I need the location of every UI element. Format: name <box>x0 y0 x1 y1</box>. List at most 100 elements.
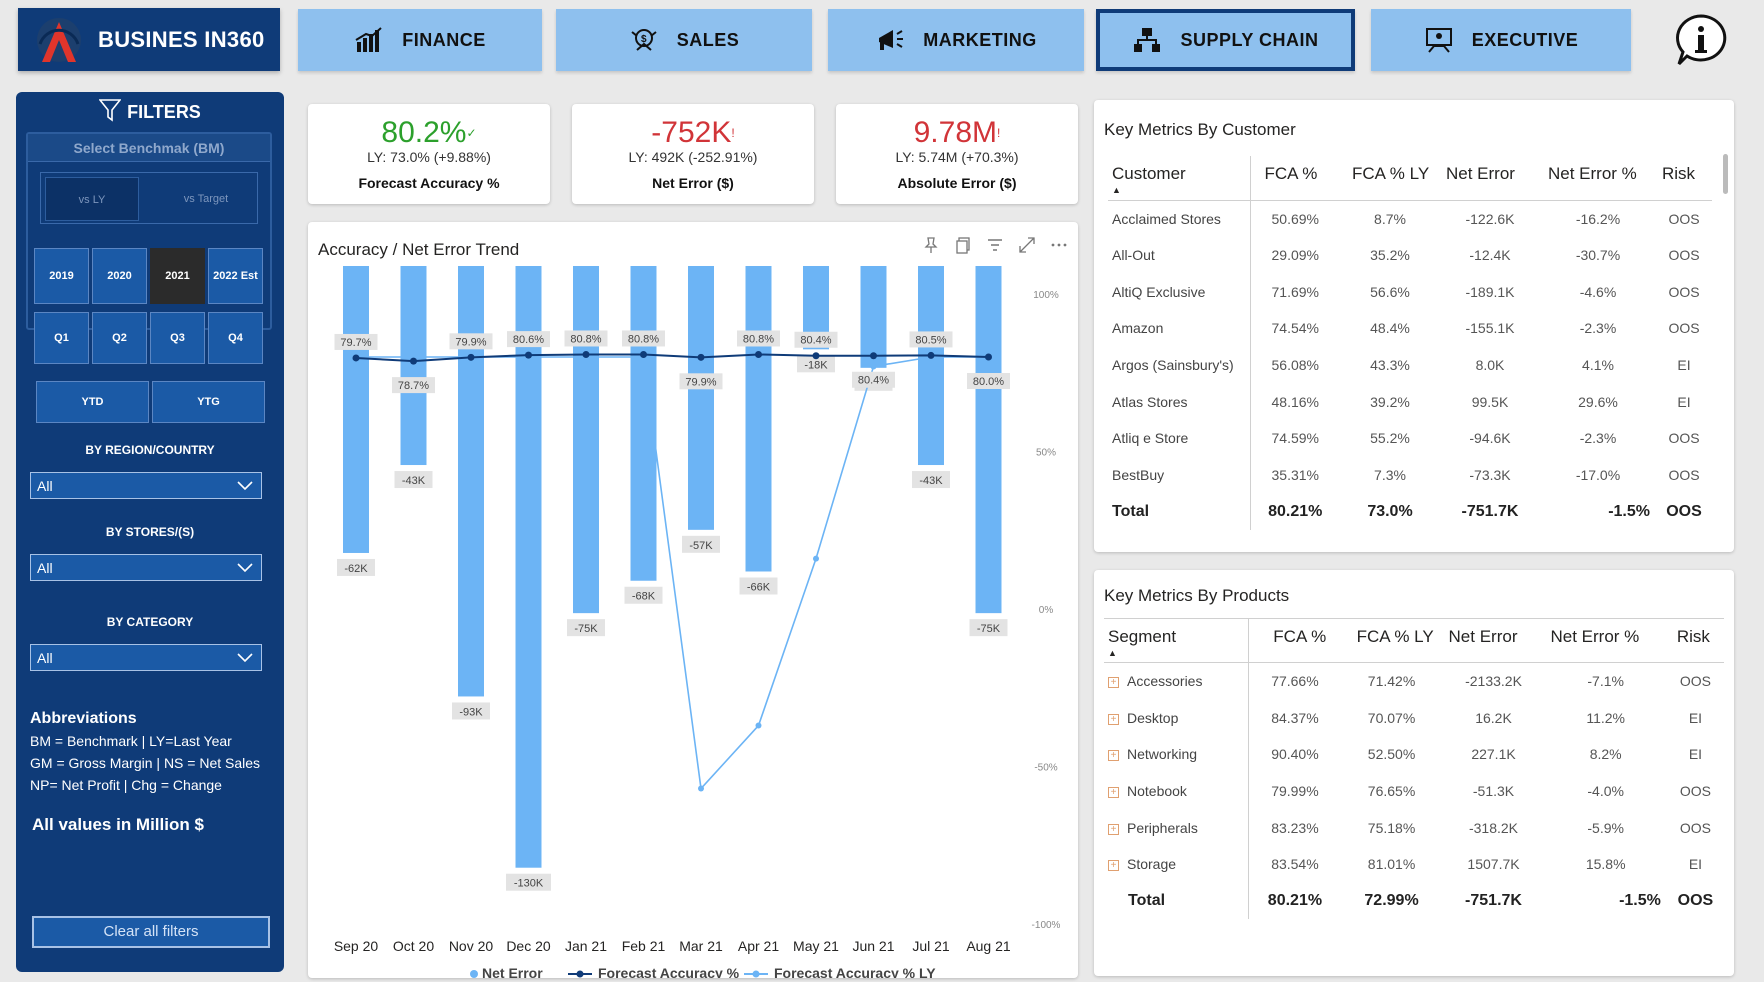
column-header[interactable]: Segment ▲ <box>1104 618 1250 663</box>
more-options-icon[interactable] <box>1050 236 1068 254</box>
nav-executive-button[interactable]: EXECUTIVE <box>1371 9 1631 71</box>
table-row[interactable]: Acclaimed Stores 50.69% 8.7% -122.6K -16.2% O… <box>1108 200 1712 237</box>
column-header[interactable]: Risk <box>1666 618 1724 663</box>
stores-dropdown[interactable]: All <box>30 554 262 581</box>
region-dropdown[interactable]: All <box>30 472 262 499</box>
bar-net-error[interactable] <box>573 266 599 614</box>
bar-net-error[interactable] <box>918 266 944 466</box>
line-fca-ly[interactable] <box>356 356 989 791</box>
column-header[interactable]: Net Error % <box>1540 156 1656 201</box>
nav-marketing-button[interactable]: MARKETING <box>828 9 1084 71</box>
bar-net-error[interactable] <box>400 266 427 466</box>
scrollbar[interactable] <box>1723 154 1728 194</box>
table-row[interactable]: All-Out 29.09% 35.2% -12.4K -30.7% OOS <box>1108 236 1712 274</box>
bar-net-error[interactable] <box>975 266 1002 614</box>
bm-option-vs-target[interactable]: vs Target <box>159 177 253 221</box>
category-dropdown[interactable]: All <box>30 644 262 671</box>
year-tile-2019[interactable]: 2019 <box>34 248 89 304</box>
table-row[interactable]: AltiQ Exclusive 71.69% 56.6% -189.1K -4.6% OO… <box>1108 273 1712 311</box>
table-row[interactable]: + Desktop 84.37% 70.07% 16.2K 11.2% EI <box>1104 699 1724 736</box>
column-header[interactable]: FCA % <box>1248 618 1341 663</box>
bar-net-error[interactable] <box>343 266 369 553</box>
customer-table: Customer ▲ FCA % FCA % LY Net Error Net E… <box>1108 156 1712 531</box>
column-header[interactable]: Risk <box>1656 156 1712 201</box>
table-row[interactable]: + Peripherals 83.23% 75.18% -318.2K -5.9% OOS <box>1104 809 1724 846</box>
point-fca[interactable] <box>525 351 532 359</box>
column-header[interactable]: FCA % <box>1250 156 1340 201</box>
stores-dropdown-value: All <box>37 560 53 576</box>
point-fca[interactable] <box>352 354 360 362</box>
copy-icon[interactable] <box>954 236 972 254</box>
quarter-tile-q4[interactable]: Q4 <box>208 312 263 364</box>
table-cell: OOS <box>1668 210 1700 227</box>
table-row[interactable]: + Accessories 77.66% 71.42% -2133.2K -7.1% OOS <box>1104 662 1724 700</box>
table-row[interactable]: Atlas Stores 48.16% 39.2% 99.5K 29.6% EI <box>1108 383 1712 421</box>
table-row[interactable]: + Storage 83.54% 81.01% 1507.7K 15.8% EI <box>1104 845 1724 883</box>
point-fca[interactable] <box>582 350 590 358</box>
total-cell: -751.7K <box>1461 502 1519 520</box>
expand-icon[interactable]: + <box>1108 713 1119 725</box>
bar-net-error[interactable] <box>458 266 484 697</box>
line-data-label: 80.6% <box>513 334 544 346</box>
total-cell: -751.7K <box>1465 891 1522 909</box>
column-header[interactable]: Net Error % <box>1544 618 1667 663</box>
table-row[interactable]: Amazon 74.54% 48.4% -155.1K -2.3% OOS <box>1108 310 1712 347</box>
point-fca-ly[interactable] <box>698 785 704 792</box>
expand-icon[interactable]: + <box>1108 786 1119 798</box>
point-fca[interactable] <box>985 353 992 361</box>
expand-icon[interactable]: + <box>1108 750 1119 762</box>
line-fca[interactable] <box>355 353 989 363</box>
point-fca[interactable] <box>812 352 820 360</box>
point-fca[interactable] <box>697 353 705 361</box>
expand-icon[interactable]: + <box>1108 677 1119 689</box>
point-fca-ly[interactable] <box>870 363 877 370</box>
table-cell: 39.2% <box>1370 393 1410 410</box>
point-fca[interactable] <box>755 350 762 358</box>
expand-icon[interactable]: + <box>1108 823 1119 835</box>
year-tile-2022-est[interactable]: 2022 Est <box>208 248 263 304</box>
filter-icon[interactable] <box>986 236 1004 254</box>
column-header[interactable]: FCA % LY <box>1340 156 1440 201</box>
table-row[interactable]: Atliq e Store 74.59% 55.2% -94.6K -2.3% OOS <box>1108 420 1712 457</box>
column-header[interactable]: FCA % LY <box>1340 618 1443 663</box>
point-fca[interactable] <box>927 351 935 359</box>
point-fca-ly[interactable] <box>813 555 819 562</box>
table-cell: EI <box>1688 746 1703 763</box>
nav-sales-button[interactable]: $ SALES <box>556 9 812 71</box>
period-tile-ytd[interactable]: YTD <box>36 381 149 423</box>
nav-finance-button[interactable]: FINANCE <box>298 9 542 71</box>
point-fca[interactable] <box>870 352 877 360</box>
column-header[interactable]: Customer ▲ <box>1108 156 1251 201</box>
point-fca[interactable] <box>467 353 475 361</box>
column-header[interactable]: Net Error <box>1440 156 1540 201</box>
quarter-tile-q3[interactable]: Q3 <box>150 312 205 364</box>
point-fca[interactable] <box>640 350 647 358</box>
year-tile-2020[interactable]: 2020 <box>92 248 147 304</box>
point-fca-ly[interactable] <box>755 722 762 729</box>
quarter-tile-q2[interactable]: Q2 <box>92 312 147 364</box>
year-tile-2021[interactable]: 2021 <box>150 248 205 304</box>
expand-icon[interactable]: + <box>1108 860 1119 872</box>
table-row[interactable]: Argos (Sainsbury's) 56.08% 43.3% 8.0K 4.1% EI <box>1108 346 1712 384</box>
table-row[interactable]: + Networking 90.40% 52.50% 227.1K 8.2% EI <box>1104 735 1724 773</box>
nav-executive-label: EXECUTIVE <box>1471 29 1579 50</box>
clear-all-filters-button[interactable]: Clear all filters <box>32 916 270 948</box>
kpi-value: -752K! <box>651 116 735 149</box>
bar-net-error[interactable] <box>745 266 772 572</box>
table-cell: EI <box>1688 709 1703 726</box>
bar-net-error[interactable] <box>688 266 714 530</box>
pin-icon[interactable] <box>922 236 940 254</box>
point-fca[interactable] <box>410 357 417 365</box>
table-row[interactable]: + Notebook 79.99% 76.65% -51.3K -4.0% OOS <box>1104 772 1724 810</box>
bar-data-label: -93K <box>459 706 483 718</box>
column-header[interactable]: Net Error <box>1442 618 1545 663</box>
expand-icon[interactable] <box>1018 236 1036 254</box>
bm-option-vs-ly[interactable]: vs LY <box>45 177 139 221</box>
period-tile-ytg[interactable]: YTG <box>152 381 265 423</box>
table-row[interactable]: BestBuy 35.31% 7.3% -73.3K -17.0% OOS <box>1108 456 1712 494</box>
nav-supply-chain-button[interactable]: SUPPLY CHAIN <box>1096 9 1355 71</box>
quarter-tile-q1[interactable]: Q1 <box>34 312 89 364</box>
table-cell: -4.6% <box>1579 283 1617 300</box>
total-cell: OOS <box>1666 502 1702 520</box>
info-icon[interactable] <box>1673 12 1729 68</box>
